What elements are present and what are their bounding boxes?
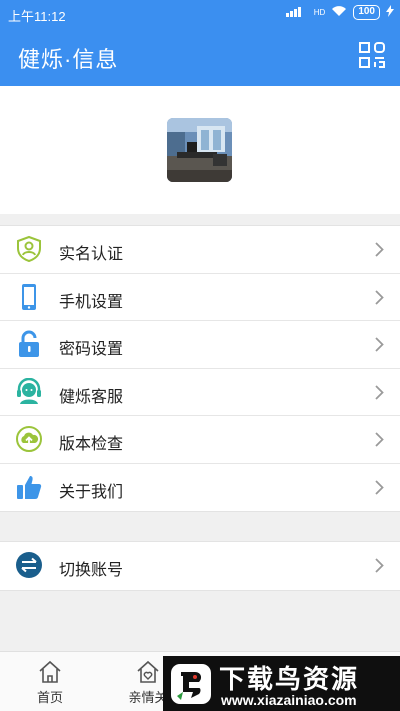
menu-item-version-check[interactable]: 版本检查: [0, 416, 400, 464]
watermark-url: www.xiazainiao.com: [221, 692, 357, 708]
avatar[interactable]: [167, 118, 232, 182]
chevron-right-icon: [375, 432, 384, 447]
office-photo-avatar: [167, 118, 232, 182]
menu-item-label: 实名认证: [59, 246, 124, 263]
tab-label: 亲情关: [128, 690, 168, 705]
charging-icon: [386, 5, 394, 20]
menu-item-password-settings[interactable]: 密码设置: [0, 321, 400, 369]
settings-menu: 实名认证 手机设置 密码设置 健烁客服 版本检查 关于我们: [0, 225, 400, 512]
app-bar: 健烁·信息: [0, 28, 400, 86]
shield-user-icon: [17, 235, 41, 263]
tab-home[interactable]: 首页: [20, 660, 80, 706]
account-menu: 切换账号: [0, 541, 400, 591]
tab-label: 首页: [36, 690, 63, 705]
menu-item-about-us[interactable]: 关于我们: [0, 464, 400, 512]
network-type: HD: [313, 7, 326, 17]
chevron-right-icon: [375, 384, 384, 400]
menu-item-phone-settings[interactable]: 手机设置: [0, 274, 400, 321]
cloud-upload-icon: [16, 426, 42, 452]
menu-item-label: 版本检查: [59, 436, 124, 453]
home-icon: [39, 660, 61, 683]
thumbs-up-icon: [17, 475, 42, 499]
chevron-right-icon: [375, 242, 384, 257]
signal-icon: [285, 5, 308, 20]
menu-item-customer-service[interactable]: 健烁客服: [0, 369, 400, 416]
menu-item-label: 健烁客服: [59, 388, 124, 406]
menu-item-label: 切换账号: [59, 562, 124, 579]
status-indicators: HD 100: [285, 5, 394, 20]
lock-icon: [19, 330, 39, 357]
phone-icon: [22, 283, 36, 310]
chevron-right-icon: [375, 289, 384, 305]
qr-code-icon[interactable]: [358, 41, 386, 69]
menu-item-switch-account[interactable]: 切换账号: [0, 542, 400, 590]
chevron-right-icon: [375, 337, 384, 352]
switch-account-icon: [16, 552, 42, 578]
headset-icon: [17, 377, 41, 404]
menu-item-label: 密码设置: [59, 341, 124, 358]
menu-item-label: 手机设置: [59, 293, 124, 311]
profile-section: [0, 86, 400, 214]
wifi-icon: [331, 5, 347, 20]
bird-logo-icon: [171, 664, 211, 704]
battery-level: 100: [353, 5, 380, 20]
chevron-right-icon: [375, 558, 384, 573]
watermark-banner: 下载鸟资源 www.xiazainiao.com: [163, 656, 400, 711]
status-bar: 上午11:12 HD 100: [0, 0, 400, 28]
status-time: 上午11:12: [8, 9, 66, 24]
menu-item-label: 关于我们: [59, 483, 124, 501]
watermark-title: 下载鸟资源: [219, 664, 360, 694]
family-icon: [137, 660, 159, 683]
menu-item-real-name-auth[interactable]: 实名认证: [0, 226, 400, 274]
chevron-right-icon: [375, 479, 384, 495]
page-title: 健烁·信息: [18, 47, 119, 72]
